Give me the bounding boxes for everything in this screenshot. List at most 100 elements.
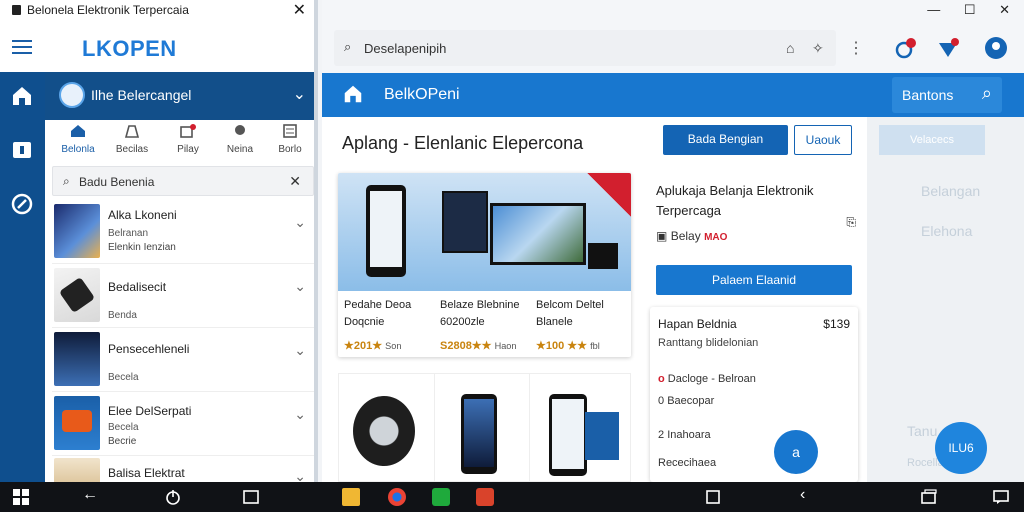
store-header[interactable]: Ilhe Belercangel ⌄ (45, 72, 314, 120)
side-tag: ▣ Belay MAO (656, 229, 727, 243)
side-panel: Aplukaja Belanja Elektronik Terpercaga ⎘… (650, 167, 866, 482)
phone-image[interactable] (461, 394, 497, 474)
chevron-down-icon[interactable]: ⌄ (294, 214, 306, 231)
minimize-icon[interactable]: — (927, 2, 940, 17)
product-name: Pedahe Deoa Doqcnie (344, 299, 412, 328)
start-icon[interactable] (12, 488, 30, 506)
search-button[interactable]: Bantons ⌕ (892, 77, 1002, 113)
chevron-down-icon[interactable]: ⌄ (293, 84, 306, 104)
chevron-down-icon[interactable]: ⌄ (294, 468, 306, 482)
shield-icon[interactable] (936, 37, 960, 61)
folder-icon[interactable] (342, 488, 360, 506)
faded-text: Belangan (921, 183, 981, 199)
tab-label: Becilas (115, 144, 149, 155)
product-item[interactable]: Pedahe Deoa Doqcnie ★201★ Son (344, 297, 440, 352)
list-item[interactable]: Balisa Elektrat ⌄ (52, 456, 314, 482)
list-item[interactable]: Alka Lkoneni Belranan Elenkin Ienzian ⌄ (52, 202, 314, 264)
chevron-down-icon[interactable]: ⌄ (294, 278, 306, 295)
tab-category-1[interactable]: Belonla (51, 124, 105, 155)
compass-icon[interactable] (10, 192, 34, 216)
power-icon[interactable] (164, 488, 182, 506)
list-icon (283, 124, 297, 138)
search-input[interactable]: ⌕ Badu Benenia ✕ (52, 166, 314, 196)
product-item[interactable]: Belaze Blebnine 60200zle S2808★★ Haon (440, 297, 536, 352)
account-icon[interactable] (10, 138, 34, 162)
app-icon[interactable] (432, 488, 450, 506)
back-icon[interactable]: ‹ (800, 486, 818, 504)
list-item[interactable]: Pensecehleneli Becela ⌄ (52, 330, 314, 392)
watch-image[interactable] (353, 396, 415, 466)
line-extra: Belroan (717, 373, 756, 385)
back-icon[interactable]: ← (82, 486, 100, 504)
windows-icon[interactable] (920, 488, 938, 506)
close-icon[interactable]: ✕ (999, 2, 1010, 17)
item-subtitle: Benda (108, 310, 137, 321)
side-heading: Aplukaja Belanja Elektronik Terpercaga (656, 183, 814, 218)
chevron-down-icon[interactable]: ⌄ (294, 342, 306, 359)
tab-category-2[interactable]: Becilas (105, 124, 159, 155)
faded-button[interactable]: Velacecs (879, 125, 985, 155)
item-subtitle: Becela (108, 372, 139, 383)
list-item[interactable]: Bedalisecit Benda ⌄ (52, 266, 314, 328)
product-thumbnail (54, 396, 100, 450)
nav-rail (0, 72, 45, 482)
window-controls: — ☐ ✕ (907, 2, 1010, 18)
card-line[interactable]: 0 Baecopar (658, 395, 714, 407)
chevron-down-icon[interactable]: ⌄ (294, 406, 306, 423)
search-label: Bantons (902, 87, 954, 103)
product-item[interactable]: Belcom Deltel Blanele ★100 ★★ fbl (536, 297, 631, 352)
search-icon: ⌕ (981, 83, 992, 103)
side-action-button[interactable]: Palaem Elaanid (656, 265, 852, 295)
floating-action-button[interactable]: ILU6 (935, 422, 987, 474)
hero-image (338, 173, 631, 291)
product-extra: fbl (590, 341, 600, 351)
product-thumbnail (54, 268, 100, 322)
notification-icon[interactable] (894, 37, 918, 61)
search-icon: ⌕ (344, 39, 352, 54)
extension-icon[interactable]: ✧ (812, 40, 824, 57)
detail-card[interactable]: Hapan Beldnia $139 Ranttang blidelonian … (650, 307, 858, 482)
card-line[interactable]: Rececihaea (658, 457, 716, 469)
more-icon[interactable]: ⋮ (848, 38, 864, 58)
window-title: Belonela Elektronik Terpercaia (27, 3, 189, 17)
product-card[interactable]: Pedahe Deoa Doqcnie ★201★ Son Belaze Ble… (338, 173, 631, 357)
tab-category-5[interactable]: Borlo (263, 124, 314, 155)
clear-icon[interactable]: ✕ (289, 173, 301, 190)
category-tabs: Belonla Becilas Pilay Neina Borlo (45, 120, 314, 164)
square-icon[interactable] (242, 488, 260, 506)
floating-action-button[interactable]: a (774, 430, 818, 474)
home-icon[interactable] (10, 84, 34, 108)
item-subtitle: Belranan (108, 228, 149, 239)
browser-icon[interactable] (388, 488, 406, 506)
card-line[interactable]: o Dacloge - Belroan (658, 373, 756, 385)
tab-category-3[interactable]: Pilay (161, 124, 215, 155)
phone-image[interactable] (549, 394, 587, 476)
tab-label: Belonla (61, 144, 95, 155)
product-extra: Haon (494, 341, 517, 351)
product-price: ★201★ (344, 340, 383, 352)
right-window: — ☐ ✕ ⌕ Deselapenipih ⌂ ✧ ⋮ BelkOPeni Ba… (322, 0, 1024, 482)
list-item[interactable]: Elee DelSerpati Becela Becrie ⌄ (52, 394, 314, 456)
square-icon[interactable] (704, 488, 722, 506)
secondary-button[interactable]: Uaouk (794, 125, 852, 155)
menu-icon[interactable] (12, 40, 32, 58)
close-icon[interactable]: ✕ (293, 0, 306, 20)
app-icon[interactable] (476, 488, 494, 506)
item-title: Elee DelSerpati (108, 404, 192, 418)
bell-icon[interactable]: ⌂ (786, 40, 794, 56)
box-image (585, 412, 619, 460)
primary-button[interactable]: Bada Bengian (663, 125, 788, 155)
tab-category-4[interactable]: Neina (213, 124, 267, 155)
maximize-icon[interactable]: ☐ (964, 2, 976, 17)
chat-icon[interactable] (992, 488, 1010, 506)
tab-label: Pilay (177, 144, 199, 155)
profile-icon[interactable] (984, 36, 1008, 60)
address-bar[interactable]: ⌕ Deselapenipih ⌂ ✧ (334, 30, 836, 66)
app-bar-title: BelkOPeni (384, 86, 460, 103)
share-icon[interactable]: ⎘ (846, 215, 856, 230)
tag-value: MAO (704, 232, 728, 243)
home-icon[interactable] (342, 83, 364, 105)
card-line[interactable]: 2 Inahoara (658, 429, 711, 441)
pin-icon (235, 125, 245, 135)
line-mark: 2 (658, 429, 665, 441)
